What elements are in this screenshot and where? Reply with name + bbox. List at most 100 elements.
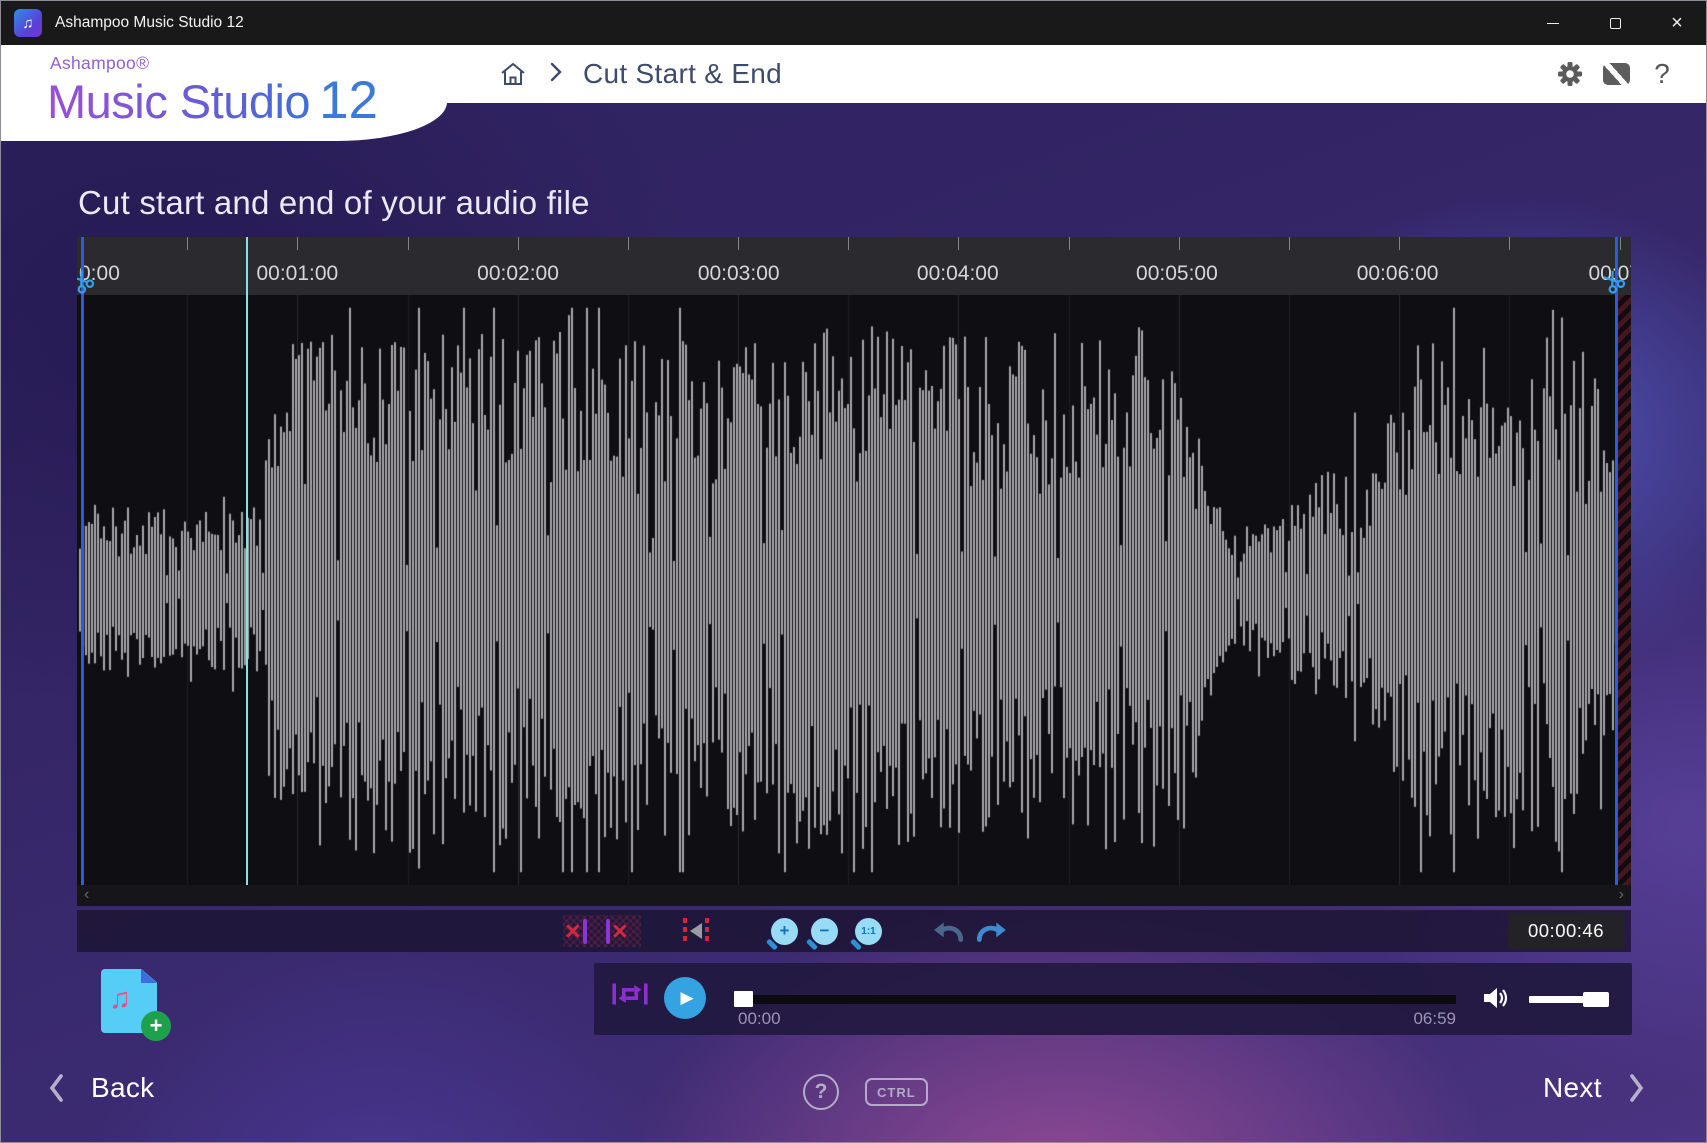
brand-version: 12 — [319, 71, 378, 130]
back-label: Back — [91, 1072, 154, 1104]
volume-speaker-icon[interactable] — [1482, 985, 1512, 1016]
cut-bar-icon — [606, 919, 610, 944]
close-button[interactable]: × — [1646, 1, 1707, 45]
current-time-label: 00:00 — [738, 1009, 781, 1029]
zoom-in-icon: + — [771, 918, 798, 945]
cut-line-icon — [705, 918, 709, 945]
ruler-tick — [738, 237, 739, 250]
zoom-reset-button[interactable]: 1:1 — [855, 910, 882, 952]
cut-x-icon: × — [612, 918, 628, 944]
ruler-tick — [628, 237, 629, 250]
undo-icon — [932, 917, 966, 945]
settings-gear-icon[interactable] — [1554, 58, 1586, 90]
back-button[interactable]: Back — [47, 1071, 154, 1105]
trimmed-end-region — [1618, 295, 1631, 885]
ruler-tick — [1289, 237, 1290, 250]
window-controls: × — [1522, 1, 1707, 45]
chevron-right-icon — [1628, 1071, 1646, 1105]
ruler-tick — [1509, 237, 1510, 250]
brand-company: Ashampoo® — [50, 55, 378, 73]
selection-time-display: 00:00:46 — [1508, 913, 1624, 949]
redo-icon — [974, 917, 1008, 945]
undo-button[interactable] — [932, 910, 966, 952]
playhead[interactable] — [246, 237, 248, 885]
chevron-left-icon — [47, 1071, 65, 1105]
ruler-time-label: 00:01:00 — [256, 262, 338, 286]
app-window: ♫ Ashampoo Music Studio 12 × Ashampoo® M… — [0, 0, 1707, 1143]
waveform-canvas[interactable] — [77, 295, 1631, 885]
ruler-tick — [187, 237, 188, 250]
play-icon: ▶ — [680, 988, 693, 1008]
minimize-button[interactable] — [1522, 1, 1584, 45]
player-bar: ▶ 00:00 06:59 — [594, 963, 1632, 1035]
marker-triangle-icon — [690, 923, 702, 939]
close-icon: × — [1671, 13, 1683, 33]
ruler-time-label: 00:04:00 — [917, 262, 999, 286]
scroll-left-icon[interactable]: ‹ — [84, 885, 89, 906]
ruler-tick — [408, 237, 409, 250]
zoom-in-button[interactable]: + — [771, 910, 798, 952]
ruler-tick — [848, 237, 849, 250]
progress-handle[interactable] — [734, 991, 753, 1007]
app-icon: ♫ — [14, 9, 42, 37]
ruler-time-label: 00:02:00 — [477, 262, 559, 286]
titlebar: ♫ Ashampoo Music Studio 12 × — [1, 1, 1707, 45]
waveform-panel: 0:0000:01:0000:02:0000:03:0000:04:0000:0… — [77, 237, 1631, 906]
add-file-button[interactable]: ♫ + — [97, 969, 171, 1041]
chevron-right-icon — [549, 61, 563, 88]
help-icon[interactable]: ? — [1646, 58, 1678, 90]
feedback-icon[interactable] — [1600, 58, 1632, 90]
ctrl-key-label: CTRL — [877, 1085, 916, 1100]
window-title: Ashampoo Music Studio 12 — [55, 1, 244, 45]
music-note-icon: ♫ — [22, 15, 33, 32]
ruler-time-label: 00:03:00 — [698, 262, 780, 286]
progress-slider[interactable] — [734, 995, 1456, 1004]
breadcrumb-page-title: Cut Start & End — [583, 58, 782, 90]
selection-time-value: 00:00:46 — [1528, 920, 1604, 942]
selection-start-marker[interactable] — [81, 237, 84, 885]
timeline-ruler[interactable]: 0:0000:01:0000:02:0000:03:0000:04:0000:0… — [77, 237, 1631, 295]
ruler-tick — [1179, 237, 1180, 250]
ruler-time-label: 00:06:00 — [1357, 262, 1439, 286]
redo-button[interactable] — [974, 910, 1008, 952]
add-plus-icon: + — [141, 1011, 171, 1041]
zoom-out-icon: − — [811, 918, 838, 945]
music-note-icon: ♫ — [109, 983, 131, 1016]
ruler-tick — [958, 237, 959, 250]
ruler-tick — [518, 237, 519, 250]
zoom-out-button[interactable]: − — [811, 910, 838, 952]
footer-help-button[interactable]: ? — [803, 1074, 839, 1110]
page-title: Cut start and end of your audio file — [78, 184, 590, 222]
zoom-one-to-one-icon: 1:1 — [855, 918, 882, 945]
scroll-right-icon[interactable]: › — [1619, 885, 1624, 906]
ruler-tick — [1399, 237, 1400, 250]
app-logo: Ashampoo® Music Studio12 — [47, 55, 378, 127]
edit-toolbar: × × + − 1:1 — [77, 910, 1631, 952]
cut-line-icon — [683, 918, 687, 945]
trim-selection-button[interactable] — [683, 910, 709, 952]
next-button[interactable]: Next — [1543, 1071, 1646, 1105]
next-label: Next — [1543, 1072, 1602, 1104]
cut-before-button[interactable]: × — [565, 910, 589, 952]
cut-bar-icon — [583, 919, 587, 944]
cut-after-button[interactable]: × — [604, 910, 628, 952]
play-button[interactable]: ▶ — [664, 977, 706, 1019]
volume-handle[interactable] — [1583, 992, 1609, 1007]
ruler-tick — [297, 237, 298, 250]
total-time-label: 06:59 — [1406, 1009, 1456, 1029]
loop-button[interactable] — [610, 978, 650, 1015]
waveform-area[interactable] — [77, 295, 1631, 885]
selection-end-marker[interactable] — [1615, 237, 1618, 885]
ruler-tick — [1069, 237, 1070, 250]
breadcrumb: Cut Start & End — [497, 45, 782, 103]
ruler-tick — [1620, 237, 1621, 250]
waveform-scrollbar[interactable]: ‹ › — [77, 885, 1631, 906]
home-icon[interactable] — [497, 58, 529, 90]
brand-product: Music Studio — [47, 75, 310, 128]
ruler-time-label: 00:05:00 — [1136, 262, 1218, 286]
maximize-icon — [1610, 18, 1621, 29]
question-mark-icon: ? — [815, 1080, 828, 1104]
cut-x-icon: × — [565, 918, 581, 944]
maximize-button[interactable] — [1584, 1, 1646, 45]
ctrl-key-hint: CTRL — [865, 1078, 928, 1106]
